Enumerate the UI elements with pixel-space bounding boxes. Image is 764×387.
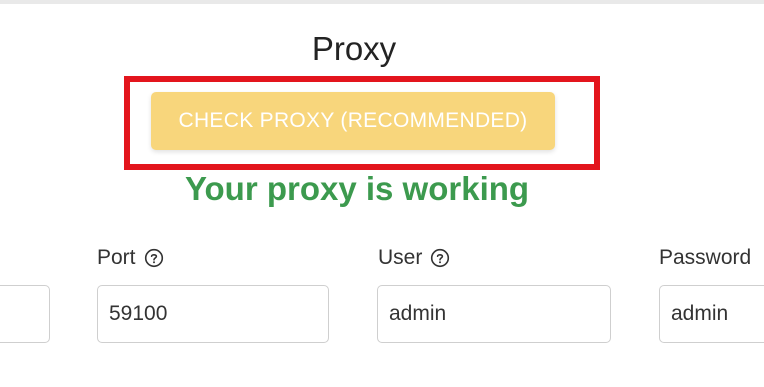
proxy-status-message: Your proxy is working: [184, 170, 530, 207]
user-label: User: [378, 246, 423, 269]
password-label-group: Password: [659, 246, 751, 270]
section-title: Proxy: [311, 30, 397, 67]
check-proxy-button[interactable]: CHECK PROXY (RECOMMENDED): [151, 92, 555, 150]
port-label-group: Port: [97, 246, 164, 270]
port-input[interactable]: [97, 285, 329, 343]
host-input[interactable]: [0, 285, 50, 343]
password-label: Password: [659, 246, 752, 269]
bottom-area: [0, 343, 764, 387]
help-circle-icon[interactable]: [144, 248, 164, 268]
port-label: Port: [97, 246, 136, 269]
password-input[interactable]: [659, 285, 764, 343]
user-label-group: User: [378, 246, 450, 270]
user-input[interactable]: [377, 285, 611, 343]
help-circle-icon[interactable]: [430, 248, 450, 268]
